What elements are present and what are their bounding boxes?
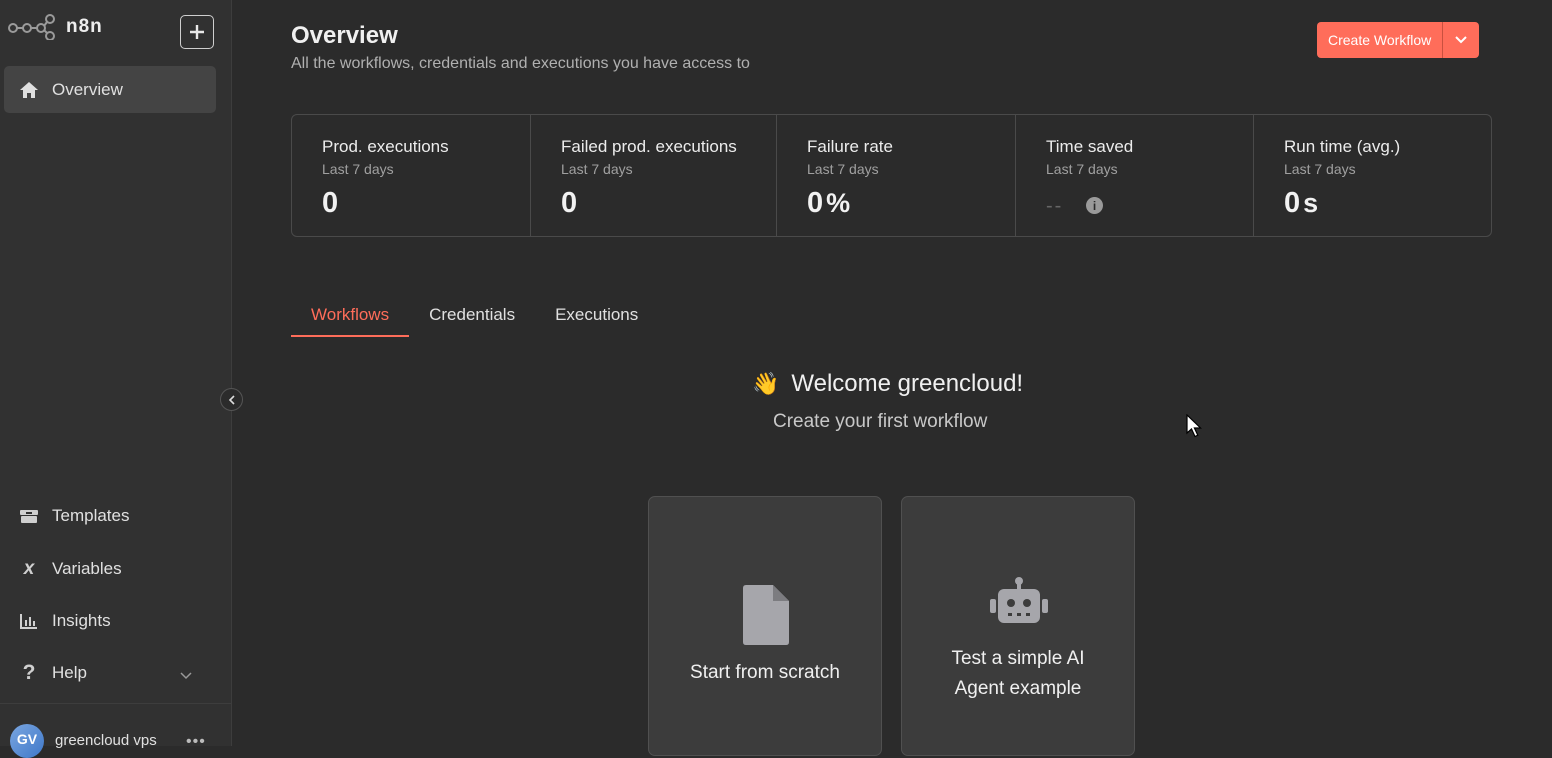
stat-unit: s [1303, 188, 1320, 218]
avatar[interactable]: GV [10, 724, 44, 758]
mouse-cursor-icon [1186, 414, 1202, 438]
more-options-icon[interactable]: ••• [186, 733, 206, 751]
welcome-text: Welcome greencloud! [791, 370, 1024, 397]
start-from-scratch-card[interactable]: Start from scratch [648, 496, 882, 756]
robot-icon [990, 577, 1048, 623]
stat-period: Last 7 days [1046, 161, 1118, 177]
stat-title: Failure rate [807, 137, 893, 156]
sidebar-item-label: Overview [52, 79, 123, 99]
stat-value-group: 0% [807, 187, 851, 220]
stat-value: 0 [561, 187, 579, 219]
stat-period: Last 7 days [322, 161, 394, 177]
card-label-line2: Agent example [954, 678, 1082, 699]
chevron-down-icon [1455, 36, 1467, 44]
sidebar-item-label: Help [52, 662, 87, 682]
sidebar-item-help[interactable]: ? Help [4, 649, 216, 696]
user-name: greencloud vps [55, 732, 157, 749]
stat-value-group: 0s [1284, 187, 1319, 220]
tab-executions[interactable]: Executions [535, 300, 658, 335]
sidebar-item-label: Variables [52, 558, 122, 578]
sidebar: n8n Overview Templates x Variables Insig… [0, 0, 232, 758]
stat-period: Last 7 days [807, 161, 879, 177]
help-icon: ? [22, 660, 36, 684]
file-icon [743, 585, 789, 645]
stat-title: Run time (avg.) [1284, 137, 1401, 156]
create-workflow-dropdown[interactable] [1443, 22, 1479, 58]
insights-icon [18, 610, 40, 632]
stat-value: -- [1046, 195, 1064, 217]
tab-workflows[interactable]: Workflows [291, 300, 410, 337]
add-button[interactable] [180, 15, 214, 49]
n8n-logo-icon [8, 14, 55, 40]
sidebar-item-templates[interactable]: Templates [4, 492, 216, 539]
card-label-line1: Test a simple AI [951, 648, 1085, 669]
stat-unit: % [826, 188, 852, 218]
plus-icon [190, 25, 204, 39]
waving-hand-icon: 👋 [752, 371, 780, 396]
user-menu[interactable]: GV greencloud vps ••• [0, 703, 232, 758]
stat-period: Last 7 days [561, 161, 633, 177]
info-icon[interactable]: i [1086, 197, 1103, 214]
page-title: Overview [291, 22, 398, 49]
tab-bar: Workflows Credentials Executions [291, 300, 658, 337]
sidebar-item-variables[interactable]: x Variables [4, 545, 216, 592]
stat-title: Failed prod. executions [561, 137, 737, 156]
page-subtitle: All the workflows, credentials and execu… [291, 55, 750, 72]
home-icon [18, 79, 40, 101]
stats-panel: Prod. executions Last 7 days 0 Failed pr… [291, 114, 1492, 237]
chevron-left-icon [228, 394, 235, 405]
sidebar-item-overview[interactable]: Overview [4, 66, 216, 113]
logo[interactable]: n8n [8, 14, 103, 40]
stat-time-saved[interactable]: Time saved Last 7 days -- i [1016, 115, 1254, 236]
sidebar-item-insights[interactable]: Insights [4, 597, 216, 644]
variables-icon: x [23, 557, 35, 579]
stat-failure-rate[interactable]: Failure rate Last 7 days 0% [777, 115, 1016, 236]
stat-period: Last 7 days [1284, 161, 1356, 177]
create-workflow-button-group: Create Workflow [1317, 22, 1480, 58]
app-name: n8n [66, 16, 103, 37]
stat-title: Time saved [1046, 137, 1134, 156]
sidebar-item-label: Templates [52, 505, 130, 525]
create-workflow-button[interactable]: Create Workflow [1317, 22, 1444, 58]
ai-agent-example-card[interactable]: Test a simple AI Agent example [901, 496, 1135, 756]
collapse-sidebar-button[interactable] [220, 388, 243, 411]
stat-failed-prod-executions[interactable]: Failed prod. executions Last 7 days 0 [531, 115, 777, 236]
stat-run-time-avg[interactable]: Run time (avg.) Last 7 days 0s [1254, 115, 1491, 236]
templates-icon [18, 505, 40, 527]
card-label: Start from scratch [690, 662, 840, 683]
welcome-subtitle: Create your first workflow [773, 411, 988, 432]
tab-credentials[interactable]: Credentials [409, 300, 535, 335]
stat-value: 0 [322, 187, 340, 219]
welcome-heading: 👋 Welcome greencloud! [752, 370, 1023, 398]
chevron-down-icon[interactable] [180, 665, 192, 685]
sidebar-item-label: Insights [52, 610, 111, 630]
stat-value: 0 [807, 187, 825, 219]
stat-prod-executions[interactable]: Prod. executions Last 7 days 0 [292, 115, 531, 236]
stat-value: 0 [1284, 187, 1302, 219]
stat-title: Prod. executions [322, 137, 449, 156]
